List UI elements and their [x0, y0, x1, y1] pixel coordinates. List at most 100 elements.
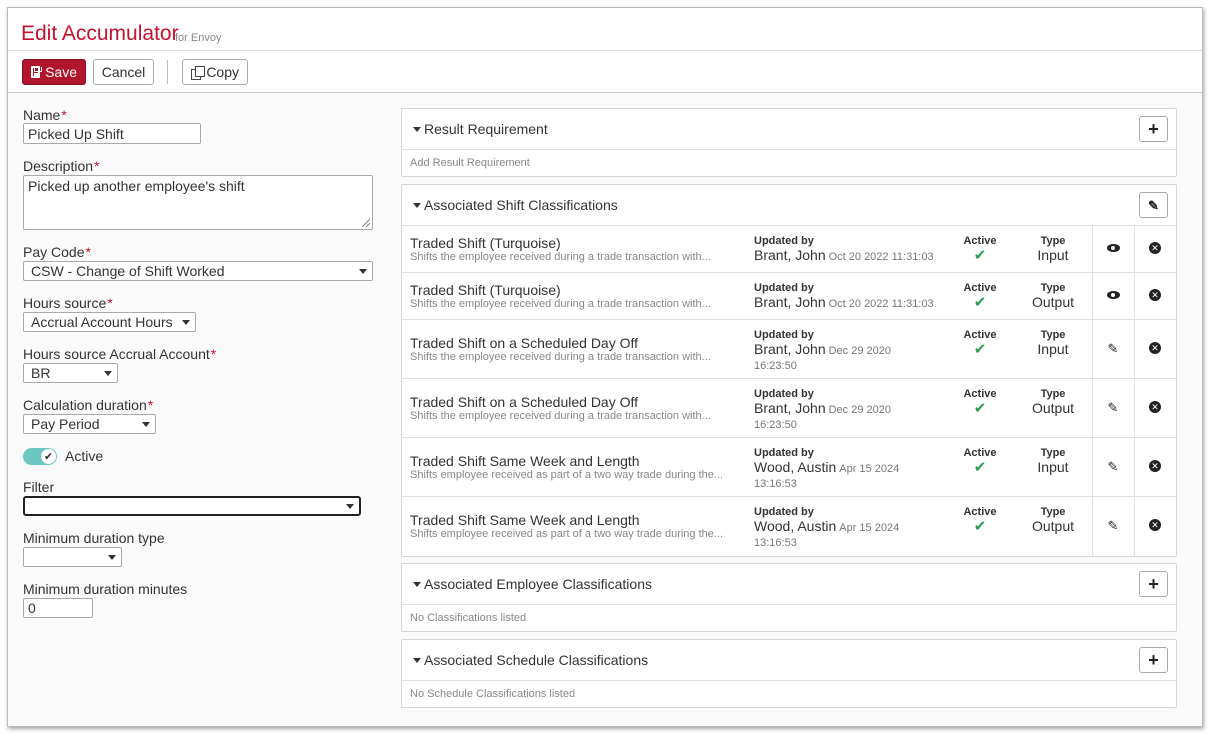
filter-select[interactable]	[23, 496, 361, 516]
remove-row-button[interactable]: ✕	[1147, 340, 1163, 356]
shift-classification-row: Traded Shift on a Scheduled Day Off Shift…	[402, 379, 1176, 438]
row-action-button[interactable]: ✎	[1105, 458, 1121, 474]
updated-time: 16:23:50	[754, 419, 797, 431]
updated-date: Dec 29 2020	[828, 404, 891, 416]
page-subtitle: for Envoy	[175, 32, 222, 44]
hours-source-select[interactable]: Accrual Account Hours	[23, 312, 196, 332]
chevron-down-icon	[346, 504, 354, 509]
shift-classification-row: Traded Shift Same Week and Length Shifts …	[402, 438, 1176, 497]
row-action-button[interactable]	[1105, 240, 1121, 256]
shift-classifications-header[interactable]: Associated Shift Classifications ✎	[402, 185, 1176, 226]
row-action-button[interactable]	[1105, 287, 1121, 303]
type-column-label: Type	[1040, 282, 1066, 294]
remove-row-button[interactable]: ✕	[1147, 287, 1163, 303]
type-column-label: Type	[1040, 447, 1066, 459]
add-schedule-classification-button[interactable]: +	[1139, 647, 1168, 673]
remove-row-button[interactable]: ✕	[1147, 517, 1163, 533]
resize-handle-icon[interactable]	[362, 219, 370, 227]
remove-row-button[interactable]: ✕	[1147, 399, 1163, 415]
row-action-button[interactable]: ✎	[1105, 340, 1121, 356]
edit-shift-classifications-button[interactable]: ✎	[1139, 192, 1168, 218]
remove-icon: ✕	[1149, 401, 1161, 413]
type-column-label: Type	[1040, 388, 1066, 400]
shift-classifications-panel: Associated Shift Classifications ✎ Trade…	[401, 184, 1177, 557]
classification-description: Shifts the employee received during a tr…	[410, 251, 711, 263]
remove-icon: ✕	[1149, 460, 1161, 472]
plus-icon: +	[1148, 649, 1159, 670]
active-check-icon: ✔	[973, 400, 987, 417]
updated-by-value: Brant, John Oct 20 2022 11:31:03	[754, 294, 934, 310]
pencil-icon: ✎	[1107, 517, 1119, 533]
employee-classifications-header[interactable]: Associated Employee Classifications +	[402, 564, 1176, 605]
column-divider	[1092, 379, 1093, 437]
remove-row-button[interactable]: ✕	[1147, 240, 1163, 256]
plus-icon: +	[1148, 573, 1159, 594]
type-column-label: Type	[1040, 506, 1066, 518]
copy-button[interactable]: Copy	[182, 59, 248, 85]
updated-by-value: Wood, Austin Apr 15 2024	[754, 518, 899, 534]
eye-icon	[1106, 291, 1120, 299]
pencil-icon: ✎	[1107, 399, 1119, 415]
required-mark: *	[85, 244, 91, 260]
filter-label: Filter	[23, 479, 55, 495]
name-input[interactable]	[23, 123, 201, 144]
checkmark-icon: ✔	[41, 449, 56, 464]
add-result-requirement-button[interactable]: +	[1139, 116, 1168, 142]
caret-down-icon[interactable]	[413, 127, 421, 132]
caret-down-icon[interactable]	[413, 582, 421, 587]
schedule-classifications-title: Associated Schedule Classifications	[424, 652, 649, 668]
classification-description: Shifts the employee received during a tr…	[410, 351, 711, 363]
row-action-button[interactable]: ✎	[1105, 399, 1121, 415]
column-divider	[1134, 438, 1135, 496]
classification-type: Input	[1037, 341, 1069, 357]
hours-source-account-select[interactable]: BR	[23, 363, 118, 383]
column-divider	[1134, 320, 1135, 378]
classification-name: Traded Shift (Turquoise)	[410, 282, 561, 298]
copy-icon	[191, 65, 206, 80]
calculation-duration-select[interactable]: Pay Period	[23, 414, 156, 434]
min-duration-type-select[interactable]	[23, 547, 122, 567]
toolbar-divider	[167, 60, 168, 84]
result-requirement-panel: Result Requirement + Add Result Requirem…	[401, 108, 1177, 177]
min-duration-minutes-input[interactable]	[23, 598, 93, 618]
description-textarea[interactable]: Picked up another employee's shift	[23, 175, 373, 230]
column-divider	[1092, 226, 1093, 272]
classification-description: Shifts the employee received during a tr…	[410, 298, 711, 310]
add-employee-classification-button[interactable]: +	[1139, 571, 1168, 597]
updated-by-value: Brant, John Dec 29 2020	[754, 400, 891, 416]
remove-icon: ✕	[1149, 289, 1161, 301]
row-action-button[interactable]: ✎	[1105, 517, 1121, 533]
chevron-down-icon	[182, 320, 190, 325]
result-requirement-body: Add Result Requirement	[402, 150, 1176, 176]
pay-code-value: CSW - Change of Shift Worked	[31, 263, 225, 279]
column-divider	[1092, 438, 1093, 496]
shift-classification-row: Traded Shift on a Scheduled Day Off Shift…	[402, 320, 1176, 379]
classification-name: Traded Shift on a Scheduled Day Off	[410, 335, 639, 351]
description-value: Picked up another employee's shift	[28, 178, 245, 194]
save-button[interactable]: Save	[22, 59, 86, 85]
schedule-classifications-header[interactable]: Associated Schedule Classifications +	[402, 640, 1176, 681]
chevron-down-icon	[108, 555, 116, 560]
remove-row-button[interactable]: ✕	[1147, 458, 1163, 474]
result-requirement-header[interactable]: Result Requirement +	[402, 109, 1176, 150]
add-result-requirement-text: Add Result Requirement	[410, 157, 530, 169]
pay-code-select[interactable]: CSW - Change of Shift Worked	[23, 261, 373, 281]
caret-down-icon[interactable]	[413, 658, 421, 663]
active-label: Active	[65, 448, 104, 464]
cancel-button[interactable]: Cancel	[93, 59, 154, 85]
pencil-icon: ✎	[1107, 340, 1119, 356]
active-toggle[interactable]: ✔	[23, 448, 57, 465]
remove-icon: ✕	[1149, 519, 1161, 531]
column-divider	[1092, 273, 1093, 319]
hours-source-value: Accrual Account Hours	[31, 314, 173, 330]
type-column-label: Type	[1040, 329, 1066, 341]
chevron-down-icon	[104, 371, 112, 376]
active-check-icon: ✔	[973, 459, 987, 476]
column-divider	[1134, 497, 1135, 556]
updated-time: 13:16:53	[754, 478, 797, 490]
required-mark: *	[210, 346, 217, 362]
required-mark: *	[107, 295, 113, 311]
updated-by-label: Updated by	[754, 447, 814, 459]
chevron-down-icon	[142, 422, 150, 427]
caret-down-icon[interactable]	[413, 203, 421, 208]
